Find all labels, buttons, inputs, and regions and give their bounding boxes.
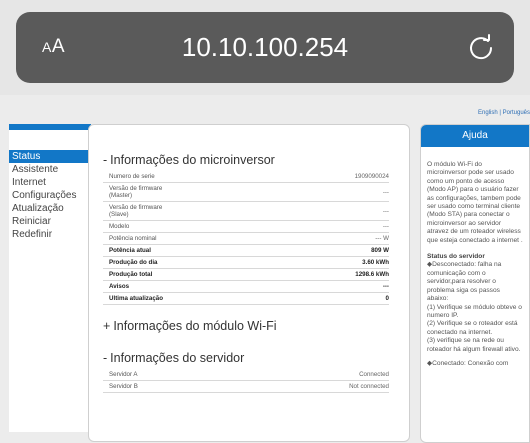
table-row: Modelo --- [103,221,389,233]
row-value: --- W [375,235,389,242]
help-server-status-title: Status do servidor [427,253,485,261]
table-row: Servidor B Not connected [103,381,389,393]
row-label: Versão de firmware (Slave) [109,204,163,218]
help-intro: O módulo Wi-Fi do microinversor pode ser… [427,161,523,244]
row-label: Potência nominal [109,235,157,242]
table-row: Potência nominal --- W [103,233,389,245]
row-value: 3.60 kWh [362,259,389,266]
table-row: Versão de firmware (Master) --- [103,183,389,202]
help-step-3: (3) verifique se na rede ou roteador há … [427,337,521,353]
table-row: Ultima atualização 0 [103,293,389,305]
row-label: Potência atual [109,247,151,254]
table-row: Versão de firmware (Slave) --- [103,202,389,221]
row-label: Servidor B [109,383,138,390]
help-step-2: (2) Verifique se o roteador está conecta… [427,320,518,336]
table-row: Servidor A Connected [103,369,389,381]
help-content: O módulo Wi-Fi do microinversor pode ser… [421,147,529,368]
microinverter-section-header[interactable]: - Informações do microinversor [103,153,389,167]
row-label: Versão de firmware (Master) [109,185,163,199]
help-step-1: (1) Verifique se módulo obteve o numero … [427,303,522,319]
sidebar-menu: Status Assistente Internet Configurações… [9,124,91,432]
expand-toggle[interactable]: + [103,319,110,333]
row-label: Avisos [109,283,130,290]
row-value: 0 [385,295,389,302]
help-title: Ajuda [421,125,529,147]
address-bar[interactable]: AA 10.10.100.254 [16,12,514,83]
row-value: --- [382,283,389,290]
collapse-toggle[interactable]: - [103,153,107,167]
row-value: --- [382,207,389,215]
table-row: Avisos --- [103,281,389,293]
server-section-header[interactable]: - Informações do servidor [103,351,389,365]
row-label: Produção total [109,271,153,278]
section-title: Informações do microinversor [110,153,275,167]
menu-item-assistente[interactable]: Assistente [9,163,91,176]
language-switch: English | Português [478,110,530,116]
help-connected: ◆Conectado: Conexão com [427,359,509,367]
section-title: Informações do módulo Wi-Fi [113,319,277,333]
language-portuguese-link[interactable]: Português [503,110,530,116]
row-value: Not connected [349,383,389,390]
microinverter-table: Numero de serie 1909090024 Versão de firmw… [103,171,389,305]
reload-icon[interactable] [466,32,496,62]
row-label: Modelo [109,223,130,230]
menu-item-internet[interactable]: Internet [9,176,91,189]
server-table: Servidor A Connected Servidor B Not connect… [103,369,389,393]
row-value: --- [382,223,389,230]
row-label: Ultima atualização [109,295,163,302]
help-disconnected: ◆Desconectado: falha na comunicação com … [427,261,502,303]
url-text[interactable]: 10.10.100.254 [16,32,514,63]
row-label: Numero de serie [109,173,155,180]
menu-item-status[interactable]: Status [9,150,91,163]
status-panel: - Informações do microinversor Numero de … [88,124,410,442]
row-label: Produção do dia [109,259,158,266]
row-value: Connected [359,371,389,378]
menu-item-configuracoes[interactable]: Configurações [9,189,91,202]
menu-item-redefinir[interactable]: Redefinir [9,228,91,241]
collapse-toggle[interactable]: - [103,351,107,365]
table-row: Produção total 1298.6 kWh [103,269,389,281]
table-row: Produção do dia 3.60 kWh [103,257,389,269]
browser-toolbar: AA 10.10.100.254 [0,0,530,95]
language-english-link[interactable]: English [478,110,498,116]
row-value: 1909090024 [354,173,389,180]
menu-item-reiniciar[interactable]: Reiniciar [9,215,91,228]
row-value: 809 W [371,247,389,254]
wifi-section-header[interactable]: + Informações do módulo Wi-Fi [103,319,389,333]
help-panel: Ajuda O módulo Wi-Fi do microinversor po… [420,124,530,443]
row-value: --- [382,188,389,196]
table-row: Numero de serie 1909090024 [103,171,389,183]
row-label: Servidor A [109,371,138,378]
row-value: 1298.6 kWh [355,271,389,278]
table-row: Potência atual 809 W [103,245,389,257]
section-title: Informações do servidor [110,351,245,365]
menu-item-atualizacao[interactable]: Atualização [9,202,91,215]
